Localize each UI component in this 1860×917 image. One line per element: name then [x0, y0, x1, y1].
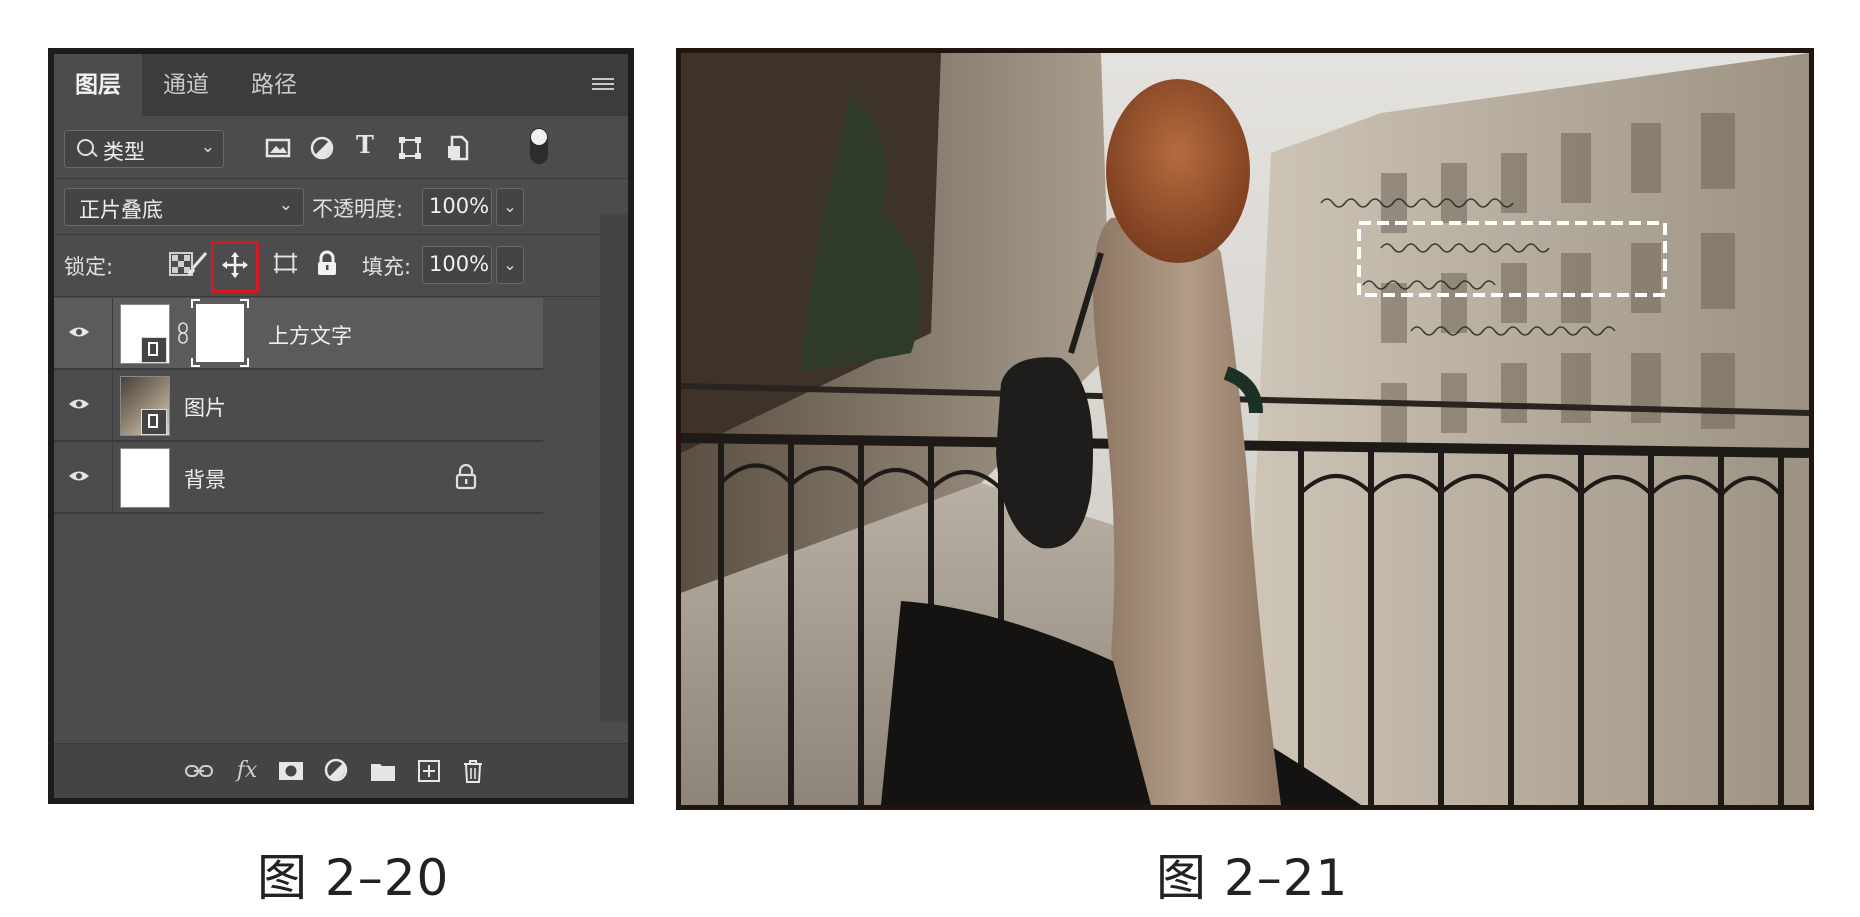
lock-image-pixels-icon[interactable] [184, 250, 210, 276]
smart-object-badge-icon [141, 337, 167, 363]
layer-thumbnail [120, 304, 170, 364]
panel-footer: fx [54, 743, 628, 798]
chevron-down-icon: ⌄ [200, 137, 215, 157]
opacity-dropdown[interactable]: ⌄ [496, 188, 524, 226]
tab-layers[interactable]: 图层 [54, 54, 142, 116]
layers-panel-body: 图层 通道 路径 类型 ⌄ T 正片叠底 ⌄ 不透明度: 100% ⌄ 锁定: … [54, 54, 628, 798]
lock-artboard-icon[interactable] [272, 250, 298, 276]
layer-name: 上方文字 [268, 324, 352, 348]
filter-adjustment-icon[interactable] [308, 134, 336, 162]
fill-value: 100% [429, 252, 490, 276]
filter-pixel-icon[interactable] [264, 134, 292, 162]
layer-row-background[interactable]: 背景 [54, 442, 543, 514]
blend-mode-select[interactable]: 正片叠底 ⌄ [64, 188, 304, 226]
add-mask-icon[interactable] [276, 756, 306, 786]
new-layer-icon[interactable] [414, 756, 444, 786]
visibility-eye-icon[interactable] [68, 470, 90, 482]
layer-row-text[interactable]: 上方文字 [54, 298, 543, 370]
visibility-eye-icon[interactable] [68, 398, 90, 410]
lock-position-highlight [211, 241, 259, 293]
link-layers-icon[interactable] [184, 756, 214, 786]
link-chain-icon[interactable] [178, 322, 188, 344]
opacity-label: 不透明度: [312, 197, 404, 221]
lock-label: 锁定: [64, 255, 114, 279]
filter-type-icon[interactable]: T [356, 130, 374, 159]
panel-scrollbar[interactable] [600, 314, 628, 722]
panel-scroll-track [600, 214, 628, 314]
layer-lock-icon [455, 464, 477, 490]
fill-dropdown[interactable]: ⌄ [496, 246, 524, 284]
lock-all-icon[interactable] [314, 250, 340, 276]
fill-label: 填充: [362, 255, 412, 279]
fx-effects-icon[interactable]: fx [232, 756, 262, 786]
panel-menu-icon[interactable] [592, 78, 614, 92]
layer-name: 图片 [184, 396, 226, 420]
layer-mask-thumbnail[interactable] [196, 304, 244, 362]
tab-channels[interactable]: 通道 [142, 54, 230, 116]
new-group-folder-icon[interactable] [368, 756, 398, 786]
caption-figure-2-20: 图 2–20 [257, 849, 450, 907]
chevron-down-icon: ⌄ [278, 195, 293, 215]
layer-thumbnail [120, 376, 170, 436]
visibility-eye-icon[interactable] [68, 326, 90, 338]
filter-toggle[interactable] [530, 128, 548, 164]
lock-row: 锁定: 填充: 100% ⌄ [54, 234, 628, 297]
filter-kind-label: 类型 [103, 140, 145, 164]
blend-row: 正片叠底 ⌄ 不透明度: 100% ⌄ [54, 178, 628, 235]
fill-field[interactable]: 100% [422, 246, 492, 284]
filter-kind-select[interactable]: 类型 ⌄ [64, 130, 224, 168]
new-adjustment-layer-icon[interactable] [322, 756, 352, 786]
panel-tab-bar: 图层 通道 路径 [54, 54, 628, 116]
trash-icon[interactable] [458, 756, 488, 786]
street-photo [681, 53, 1809, 805]
filter-shape-icon[interactable] [396, 134, 424, 162]
photo-frame [676, 48, 1814, 810]
photo-illustration [681, 53, 1809, 805]
opacity-value: 100% [429, 194, 490, 218]
smart-object-badge-icon [141, 409, 167, 435]
search-icon [77, 139, 94, 156]
tab-paths[interactable]: 路径 [230, 54, 318, 116]
layers-panel: 图层 通道 路径 类型 ⌄ T 正片叠底 ⌄ 不透明度: 100% ⌄ 锁定: … [48, 48, 634, 804]
layer-thumbnail [120, 448, 170, 508]
layer-name: 背景 [184, 468, 226, 492]
layer-row-image[interactable]: 图片 [54, 370, 543, 442]
opacity-field[interactable]: 100% [422, 188, 492, 226]
caption-figure-2-21: 图 2–21 [1156, 849, 1349, 907]
blend-mode-value: 正片叠底 [79, 198, 163, 222]
filter-smart-object-icon[interactable] [444, 134, 472, 162]
filter-row: 类型 ⌄ T [54, 116, 628, 179]
